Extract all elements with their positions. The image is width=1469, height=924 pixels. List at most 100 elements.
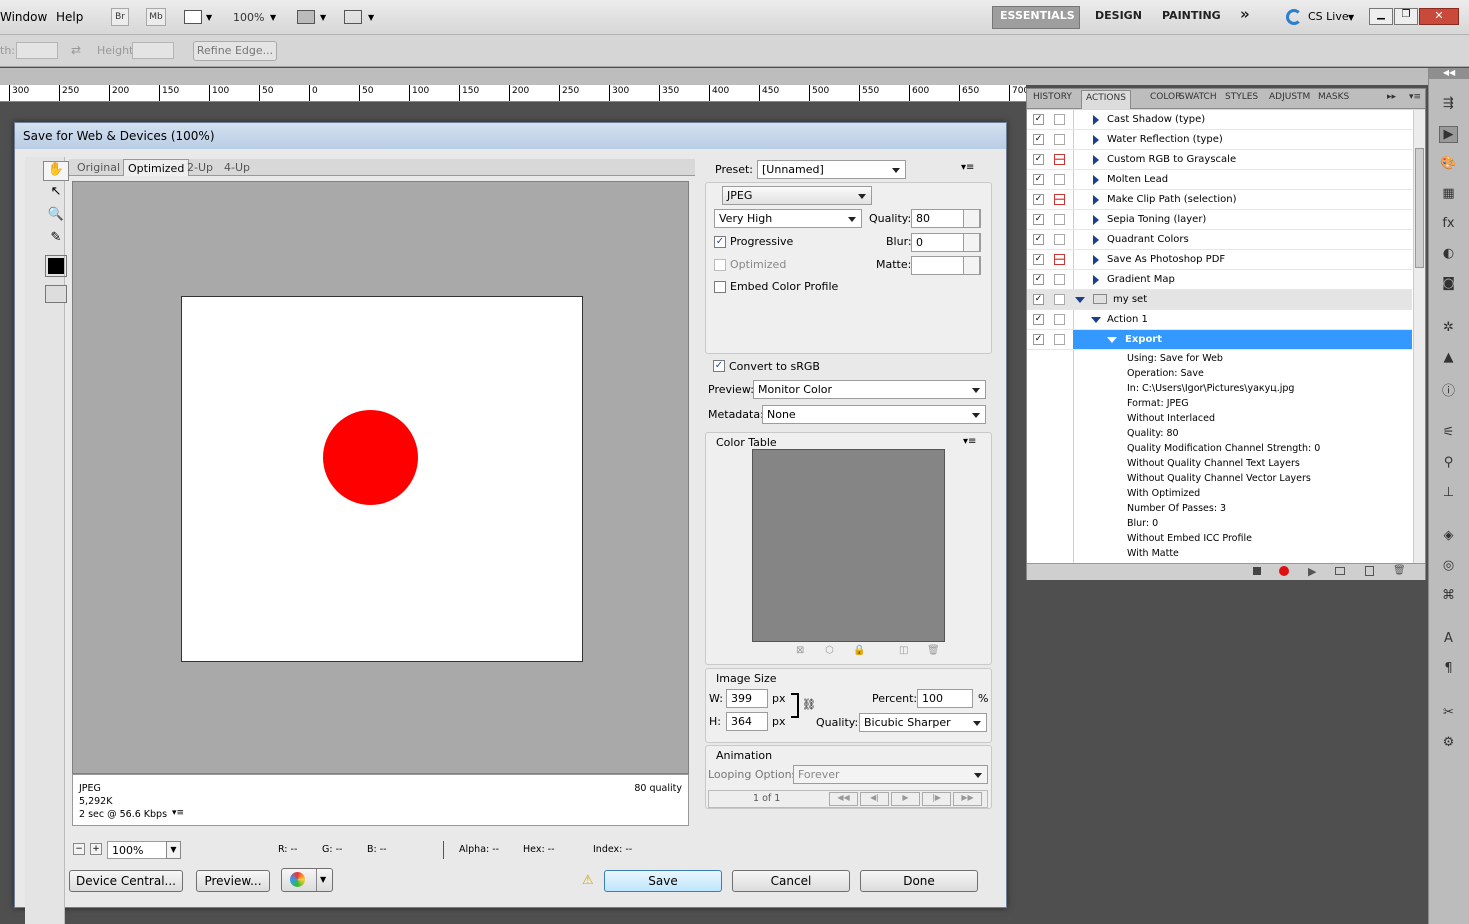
map-transparent-icon[interactable]: ⊠ bbox=[796, 645, 804, 656]
optimize-menu-icon[interactable]: ▾≡ bbox=[961, 162, 974, 173]
web-snap-icon[interactable]: ⬡ bbox=[825, 645, 834, 656]
optimized-checkbox[interactable] bbox=[714, 259, 726, 271]
collapsed-triangle-icon[interactable] bbox=[1093, 255, 1099, 265]
toggle-item-checkbox[interactable]: ✓ bbox=[1033, 194, 1044, 205]
preview-select[interactable]: Monitor Color bbox=[753, 380, 986, 399]
quality-field[interactable]: 80 bbox=[911, 209, 981, 228]
compression-quality-select[interactable]: Very High bbox=[714, 209, 862, 228]
character-icon[interactable]: A bbox=[1439, 631, 1458, 648]
more-workspaces-icon[interactable]: » bbox=[1240, 5, 1250, 23]
zoom-in-button[interactable]: + bbox=[90, 843, 102, 855]
styles-icon[interactable]: fx bbox=[1439, 216, 1458, 233]
width-field[interactable] bbox=[16, 42, 58, 59]
screen-mode-icon[interactable] bbox=[344, 10, 362, 24]
next-frame-icon[interactable]: |▶ bbox=[922, 792, 951, 806]
menu-help[interactable]: Help bbox=[56, 10, 83, 24]
info-icon[interactable]: ⓘ bbox=[1439, 380, 1458, 399]
toggle-item-checkbox[interactable]: ✓ bbox=[1033, 294, 1044, 305]
view-extras-icon[interactable] bbox=[184, 10, 202, 24]
dialog-toggle-icon[interactable] bbox=[1054, 214, 1065, 225]
collapsed-triangle-icon[interactable] bbox=[1093, 175, 1099, 185]
cs-live-icon[interactable] bbox=[1286, 9, 1302, 25]
color-table-grid[interactable] bbox=[752, 449, 945, 642]
notes-icon[interactable]: ⚙ bbox=[1439, 735, 1458, 752]
record-icon[interactable] bbox=[1279, 566, 1289, 576]
action-item[interactable]: ✓ Water Reflection (type) bbox=[1027, 130, 1412, 150]
dialog-toggle-icon[interactable] bbox=[1054, 234, 1065, 245]
dialog-toggle-icon[interactable] bbox=[1054, 254, 1065, 265]
scrollbar-thumb[interactable] bbox=[1415, 148, 1424, 268]
new-set-icon[interactable] bbox=[1335, 567, 1345, 575]
new-action-icon[interactable] bbox=[1365, 566, 1374, 576]
toggle-item-checkbox[interactable]: ✓ bbox=[1033, 334, 1044, 345]
looping-select[interactable]: Forever bbox=[793, 765, 988, 784]
toggle-item-checkbox[interactable]: ✓ bbox=[1033, 134, 1044, 145]
workspace-essentials[interactable]: ESSENTIALS bbox=[1000, 9, 1075, 22]
navigator-icon[interactable]: ✲ bbox=[1439, 320, 1458, 337]
tab-color[interactable]: COLOR bbox=[1150, 92, 1181, 102]
eyedropper-color-swatch[interactable] bbox=[45, 255, 67, 277]
tab-4-up[interactable]: 4-Up bbox=[224, 161, 250, 174]
first-frame-icon[interactable]: ◀◀ bbox=[829, 792, 858, 806]
chevron-down-icon[interactable]: ▼ bbox=[206, 13, 212, 22]
mini-bridge-button[interactable]: Mb bbox=[146, 8, 166, 26]
action-item[interactable]: ✓ Molten Lead bbox=[1027, 170, 1412, 190]
resample-select[interactable]: Bicubic Sharper bbox=[859, 713, 987, 732]
menu-window[interactable]: Window bbox=[0, 10, 47, 24]
action-item[interactable]: ✓ Sepia Toning (layer) bbox=[1027, 210, 1412, 230]
collapsed-triangle-icon[interactable] bbox=[1093, 155, 1099, 165]
tab-styles[interactable]: STYLES bbox=[1225, 92, 1258, 102]
brush-presets-icon[interactable]: ⚟ bbox=[1439, 425, 1458, 442]
collapsed-triangle-icon[interactable] bbox=[1093, 275, 1099, 285]
tab-2-up[interactable]: 2-Up bbox=[187, 161, 213, 174]
action-item[interactable]: ✓ Cast Shadow (type) bbox=[1027, 110, 1412, 130]
tab-swatch[interactable]: SWATCH bbox=[1179, 92, 1217, 102]
arrange-documents-icon[interactable] bbox=[297, 10, 315, 24]
masks-icon[interactable]: ◙ bbox=[1439, 276, 1458, 293]
width-field[interactable]: 399 bbox=[726, 689, 768, 708]
paths-icon[interactable]: ⌘ bbox=[1439, 588, 1458, 605]
expanded-triangle-icon[interactable] bbox=[1075, 297, 1085, 303]
dialog-toggle-icon[interactable] bbox=[1054, 334, 1065, 345]
progressive-checkbox[interactable]: ✓ bbox=[714, 236, 726, 248]
slice-select-tool-icon[interactable]: ↖ bbox=[43, 184, 69, 204]
lock-color-icon[interactable]: 🔒 bbox=[853, 645, 865, 656]
close-icon[interactable]: ✕ bbox=[1419, 8, 1459, 25]
channels-icon[interactable]: ◎ bbox=[1439, 558, 1458, 575]
expanded-triangle-icon[interactable] bbox=[1107, 337, 1117, 343]
refine-edge-button[interactable]: Refine Edge... bbox=[193, 41, 277, 61]
action-set-item[interactable]: ✓ my set bbox=[1027, 290, 1412, 310]
height-field[interactable]: 364 bbox=[726, 712, 768, 731]
chevron-down-icon[interactable]: ▼ bbox=[270, 13, 276, 22]
selected-step-item[interactable]: ✓ Export bbox=[1027, 330, 1412, 350]
delete-color-icon[interactable]: 🗑 bbox=[927, 645, 940, 656]
save-button[interactable]: Save bbox=[604, 870, 722, 892]
delete-icon[interactable]: 🗑 bbox=[1393, 565, 1406, 576]
blur-field[interactable]: 0 bbox=[911, 233, 981, 252]
clone-source-icon[interactable]: ⚲ bbox=[1439, 455, 1458, 472]
dialog-toggle-icon[interactable] bbox=[1054, 294, 1065, 305]
collapsed-triangle-icon[interactable] bbox=[1093, 195, 1099, 205]
dialog-toggle-icon[interactable] bbox=[1054, 114, 1065, 125]
tab-original[interactable]: Original bbox=[77, 161, 120, 174]
format-select[interactable]: JPEG bbox=[722, 186, 872, 205]
height-field[interactable] bbox=[132, 42, 174, 59]
action-item[interactable]: ✓ Save As Photoshop PDF bbox=[1027, 250, 1412, 270]
tool-presets-icon[interactable]: ⊥ bbox=[1439, 485, 1458, 502]
toggle-item-checkbox[interactable]: ✓ bbox=[1033, 274, 1044, 285]
toggle-item-checkbox[interactable]: ✓ bbox=[1033, 174, 1044, 185]
preview-button[interactable]: Preview... bbox=[196, 870, 270, 892]
toggle-item-checkbox[interactable]: ✓ bbox=[1033, 254, 1044, 265]
paragraph-icon[interactable]: ¶ bbox=[1439, 661, 1458, 678]
eyedropper-tool-icon[interactable]: ✎ bbox=[43, 230, 69, 250]
chevron-down-icon[interactable]: ▼ bbox=[166, 841, 181, 859]
cancel-button[interactable]: Cancel bbox=[732, 870, 850, 892]
last-frame-icon[interactable]: ▶▶ bbox=[953, 792, 982, 806]
tab-masks[interactable]: MASKS bbox=[1318, 92, 1349, 102]
expanded-triangle-icon[interactable] bbox=[1091, 317, 1101, 323]
dialog-toggle-icon[interactable] bbox=[1054, 174, 1065, 185]
minimize-icon[interactable]: ▁ bbox=[1369, 8, 1393, 25]
previous-frame-icon[interactable]: ◀| bbox=[860, 792, 889, 806]
action-item[interactable]: ✓ Quadrant Colors bbox=[1027, 230, 1412, 250]
browser-select[interactable]: ▼ bbox=[281, 868, 333, 892]
